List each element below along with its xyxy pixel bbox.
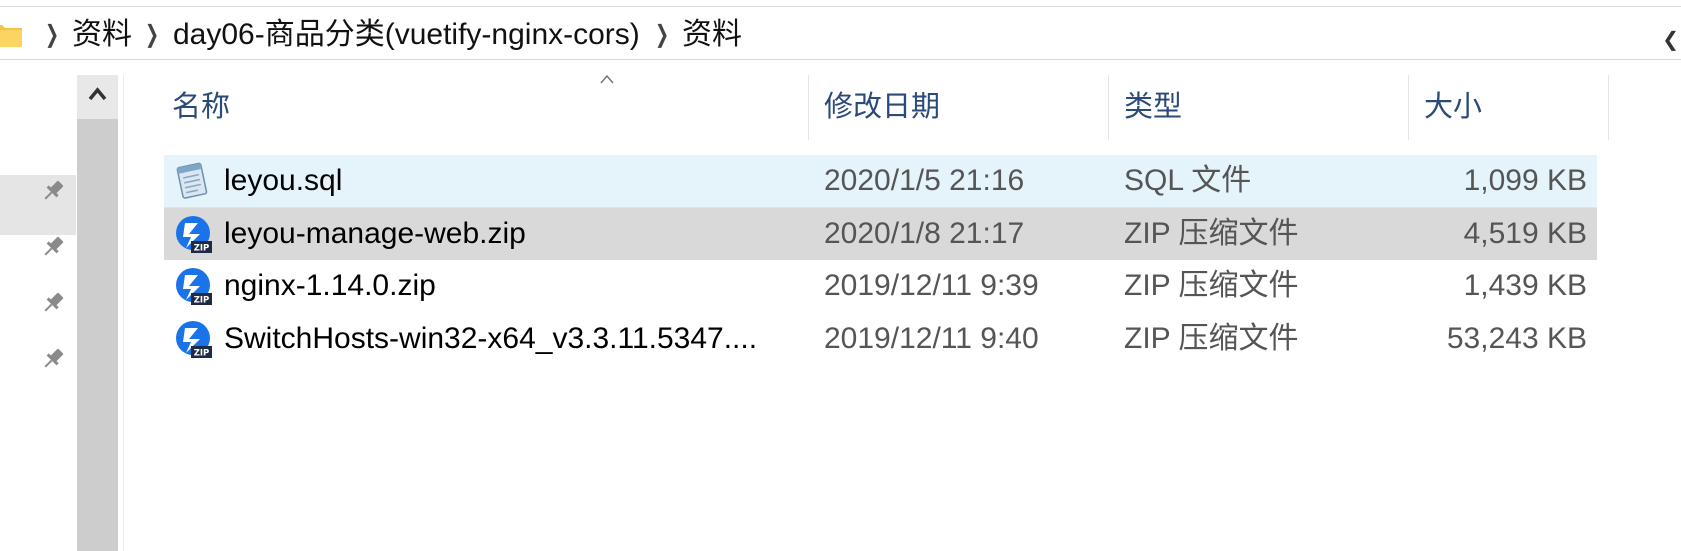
pane-divider[interactable] (123, 75, 124, 551)
scrollbar-thumb[interactable] (77, 119, 118, 551)
chevron-up-icon (88, 87, 107, 101)
svg-text:ZIP: ZIP (194, 349, 210, 359)
file-type: ZIP 压缩文件 (1124, 217, 1299, 250)
chevron-right-icon[interactable]: ❯ (655, 21, 669, 49)
pin-icon[interactable] (40, 290, 66, 316)
file-name: nginx-1.14.0.zip (224, 269, 436, 302)
scroll-up-button[interactable] (77, 75, 118, 117)
breadcrumb-item[interactable]: 资料 (72, 19, 132, 51)
file-name: leyou.sql (224, 164, 343, 197)
file-name: SwitchHosts-win32-x64_v3.3.11.5347.... (224, 322, 758, 355)
chevron-left-icon[interactable]: ❮ (1662, 27, 1679, 52)
sort-ascending-icon (600, 74, 614, 84)
file-row[interactable]: ZIP nginx-1.14.0.zip 2019/12/11 9:39 ZIP… (164, 260, 1597, 312)
file-modified: 2020/1/5 21:16 (824, 164, 1025, 197)
svg-text:ZIP: ZIP (194, 244, 210, 254)
file-row[interactable]: leyou.sql 2020/1/5 21:16 SQL 文件 1,099 KB (164, 155, 1597, 208)
sql-file-icon (176, 162, 208, 199)
file-type: SQL 文件 (1124, 164, 1252, 197)
breadcrumb-item[interactable]: 资料 (682, 19, 742, 51)
zip-file-icon: ZIP (176, 321, 212, 359)
column-header-modified[interactable]: 修改日期 (824, 89, 940, 125)
address-bar[interactable]: ❯ 资料 ❯ day06-商品分类(vuetify-nginx-cors) ❯ … (0, 6, 1681, 60)
file-row[interactable]: ZIP SwitchHosts-win32-x64_v3.3.11.5347..… (164, 313, 1597, 365)
column-divider[interactable] (1608, 75, 1609, 140)
column-header-row: 名称 修改日期 类型 大小 (124, 74, 1624, 140)
column-header-name[interactable]: 名称 (172, 89, 230, 125)
pin-icon[interactable] (40, 346, 66, 372)
breadcrumb-item[interactable]: day06-商品分类(vuetify-nginx-cors) (173, 19, 640, 51)
folder-icon (0, 25, 22, 47)
column-header-size[interactable]: 大小 (1424, 89, 1482, 125)
pin-icon[interactable] (40, 178, 66, 204)
file-modified: 2020/1/8 21:17 (824, 217, 1025, 250)
column-divider[interactable] (1108, 75, 1109, 140)
file-row[interactable]: ZIP leyou-manage-web.zip 2020/1/8 21:17 … (164, 208, 1597, 260)
file-size: 4,519 KB (1463, 217, 1587, 250)
navigation-pane (0, 60, 76, 551)
column-header-type[interactable]: 类型 (1124, 89, 1182, 125)
zip-file-icon: ZIP (176, 268, 212, 306)
file-explorer-window: ❯ 资料 ❯ day06-商品分类(vuetify-nginx-cors) ❯ … (0, 0, 1681, 551)
file-name: leyou-manage-web.zip (224, 217, 526, 250)
file-modified: 2019/12/11 9:39 (824, 269, 1039, 302)
file-type: ZIP 压缩文件 (1124, 269, 1299, 302)
file-size: 1,439 KB (1463, 269, 1587, 302)
file-size: 53,243 KB (1446, 322, 1587, 355)
column-divider[interactable] (808, 75, 809, 140)
chevron-right-icon[interactable]: ❯ (145, 21, 159, 49)
zip-file-icon: ZIP (176, 216, 212, 254)
file-modified: 2019/12/11 9:40 (824, 322, 1039, 355)
svg-text:ZIP: ZIP (194, 296, 210, 306)
file-type: ZIP 压缩文件 (1124, 322, 1299, 355)
pin-icon[interactable] (40, 234, 66, 260)
file-size: 1,099 KB (1463, 164, 1587, 197)
column-divider[interactable] (1408, 75, 1409, 140)
chevron-right-icon[interactable]: ❯ (45, 21, 59, 49)
vertical-scrollbar[interactable] (77, 75, 118, 551)
